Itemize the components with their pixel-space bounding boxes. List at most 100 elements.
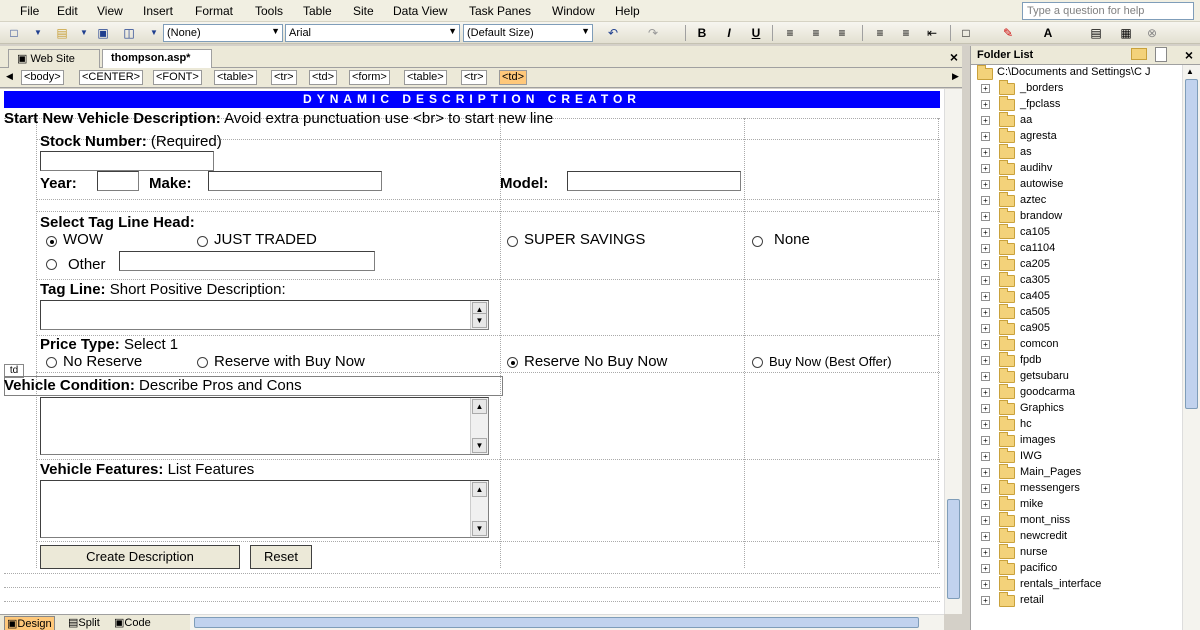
align-right-icon[interactable]: ≡ bbox=[834, 25, 850, 41]
preview-dropdown-icon[interactable]: ▼ bbox=[146, 25, 162, 41]
folder-item[interactable]: + ca205 bbox=[971, 256, 1181, 273]
help-search-input[interactable]: Type a question for help bbox=[1022, 2, 1194, 20]
open-folder-icon[interactable]: ▤ bbox=[54, 25, 70, 41]
folder-item[interactable]: + retail bbox=[971, 592, 1181, 609]
model-input[interactable] bbox=[567, 171, 741, 191]
expand-icon[interactable]: + bbox=[981, 260, 990, 269]
expand-icon[interactable]: + bbox=[981, 564, 990, 573]
new-page-icon[interactable] bbox=[1155, 47, 1167, 62]
folder-item[interactable]: + rentals_interface bbox=[971, 576, 1181, 593]
folder-item[interactable]: + IWG bbox=[971, 448, 1181, 465]
expand-icon[interactable]: + bbox=[981, 100, 990, 109]
expand-icon[interactable]: + bbox=[981, 356, 990, 365]
menu-help[interactable]: Help bbox=[615, 4, 640, 18]
folder-item[interactable]: + images bbox=[971, 432, 1181, 449]
folder-root[interactable]: C:\Documents and Settings\C J bbox=[971, 65, 1181, 81]
radio-none[interactable] bbox=[752, 236, 763, 247]
font-size-select[interactable]: (Default Size) ▼ bbox=[463, 24, 593, 42]
menu-format[interactable]: Format bbox=[195, 4, 233, 18]
borders-icon[interactable]: □ bbox=[958, 25, 974, 41]
folder-item[interactable]: + mont_niss bbox=[971, 512, 1181, 529]
expand-icon[interactable]: + bbox=[981, 500, 990, 509]
radio-super-savings[interactable] bbox=[507, 236, 518, 247]
scroll-right-icon[interactable]: ▶ bbox=[952, 71, 959, 82]
expand-icon[interactable]: + bbox=[981, 148, 990, 157]
folder-item[interactable]: + pacifico bbox=[971, 560, 1181, 577]
expand-icon[interactable]: + bbox=[981, 164, 990, 173]
folder-item[interactable]: + ca505 bbox=[971, 304, 1181, 321]
folder-item[interactable]: + _borders bbox=[971, 80, 1181, 97]
close-icon[interactable]: × bbox=[1185, 47, 1193, 63]
expand-icon[interactable]: + bbox=[981, 532, 990, 541]
folder-item[interactable]: + hc bbox=[971, 416, 1181, 433]
folder-item[interactable]: + ca905 bbox=[971, 320, 1181, 337]
tag-line-textarea[interactable]: ▲ ▼ bbox=[40, 300, 489, 330]
new-page-icon[interactable]: □ bbox=[6, 25, 22, 41]
bold-button[interactable]: B bbox=[694, 25, 710, 41]
layer-icon[interactable]: ▤ bbox=[1088, 25, 1104, 41]
radio-buy-now-best-offer[interactable] bbox=[752, 357, 763, 368]
expand-icon[interactable]: + bbox=[981, 420, 990, 429]
radio-reserve-no-buy-now[interactable] bbox=[507, 357, 518, 368]
menu-tools[interactable]: Tools bbox=[255, 4, 283, 18]
panel-splitter[interactable] bbox=[962, 44, 970, 630]
scroll-down-icon[interactable]: ▼ bbox=[472, 438, 487, 453]
undo-icon[interactable]: ↶ bbox=[605, 25, 621, 41]
save-icon[interactable]: ▣ bbox=[95, 25, 111, 41]
expand-icon[interactable]: + bbox=[981, 276, 990, 285]
menu-view[interactable]: View bbox=[97, 4, 123, 18]
expand-icon[interactable]: + bbox=[981, 580, 990, 589]
folder-list-scrollbar[interactable]: ▲ bbox=[1182, 65, 1200, 630]
folder-item[interactable]: + ca405 bbox=[971, 288, 1181, 305]
preview-icon[interactable]: ◫ bbox=[121, 25, 137, 41]
folder-item[interactable]: + _fpclass bbox=[971, 96, 1181, 113]
italic-button[interactable]: I bbox=[721, 25, 737, 41]
folder-item[interactable]: + agresta bbox=[971, 128, 1181, 145]
expand-icon[interactable]: + bbox=[981, 196, 990, 205]
underline-button[interactable]: U bbox=[748, 25, 764, 41]
outdent-icon[interactable]: ⇤ bbox=[924, 25, 940, 41]
stock-number-input[interactable] bbox=[40, 151, 214, 171]
redo-icon[interactable]: ↷ bbox=[645, 25, 661, 41]
tag-table[interactable]: <table> bbox=[214, 70, 257, 85]
folder-item[interactable]: + audihv bbox=[971, 160, 1181, 177]
folder-item[interactable]: + getsubaru bbox=[971, 368, 1181, 385]
folder-item[interactable]: + brandow bbox=[971, 208, 1181, 225]
folder-item[interactable]: + aztec bbox=[971, 192, 1181, 209]
folder-item[interactable]: + comcon bbox=[971, 336, 1181, 353]
bulleted-list-icon[interactable]: ≡ bbox=[898, 25, 914, 41]
expand-icon[interactable]: + bbox=[981, 516, 990, 525]
scroll-up-icon[interactable]: ▲ bbox=[472, 482, 487, 497]
scroll-left-icon[interactable]: ◀ bbox=[6, 71, 13, 82]
folder-item[interactable]: + fpdb bbox=[971, 352, 1181, 369]
tag-tr[interactable]: <tr> bbox=[271, 70, 297, 85]
tag-td[interactable]: <td> bbox=[309, 70, 338, 85]
year-input[interactable] bbox=[97, 171, 139, 191]
radio-wow[interactable] bbox=[46, 236, 57, 247]
reset-button[interactable]: Reset bbox=[250, 545, 312, 569]
align-left-icon[interactable]: ≡ bbox=[782, 25, 798, 41]
expand-icon[interactable]: + bbox=[981, 132, 990, 141]
textarea-scrollbar[interactable]: ▲ ▼ bbox=[470, 301, 488, 329]
menu-insert[interactable]: Insert bbox=[143, 4, 173, 18]
expand-icon[interactable]: + bbox=[981, 84, 990, 93]
tag-font[interactable]: <FONT> bbox=[153, 70, 202, 85]
radio-no-reserve[interactable] bbox=[46, 357, 57, 368]
menu-site[interactable]: Site bbox=[353, 4, 374, 18]
close-icon[interactable]: × bbox=[950, 49, 958, 65]
folder-item[interactable]: + Main_Pages bbox=[971, 464, 1181, 481]
align-center-icon[interactable]: ≡ bbox=[808, 25, 824, 41]
expand-icon[interactable]: + bbox=[981, 324, 990, 333]
expand-icon[interactable]: + bbox=[981, 468, 990, 477]
expand-icon[interactable]: + bbox=[981, 484, 990, 493]
expand-icon[interactable]: + bbox=[981, 244, 990, 253]
folder-item[interactable]: + nurse bbox=[971, 544, 1181, 561]
folder-item[interactable]: + messengers bbox=[971, 480, 1181, 497]
scroll-down-icon[interactable]: ▼ bbox=[472, 313, 487, 328]
expand-icon[interactable]: + bbox=[981, 388, 990, 397]
textarea-scrollbar[interactable]: ▲ ▼ bbox=[470, 398, 488, 454]
tag-tr-2[interactable]: <tr> bbox=[461, 70, 487, 85]
make-input[interactable] bbox=[208, 171, 382, 191]
tag-table-2[interactable]: <table> bbox=[404, 70, 447, 85]
new-dropdown-icon[interactable]: ▼ bbox=[30, 25, 46, 41]
